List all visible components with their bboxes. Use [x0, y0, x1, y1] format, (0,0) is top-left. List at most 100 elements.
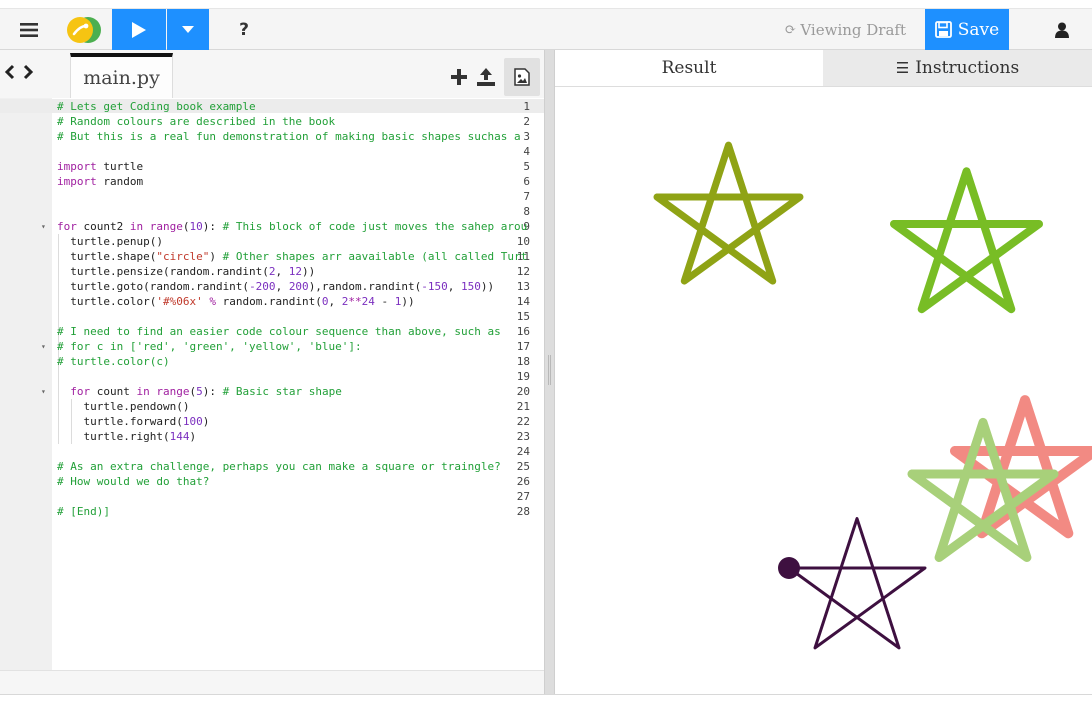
logo-button[interactable]: [58, 9, 110, 50]
code-token: random.randint(: [215, 295, 322, 308]
code-line: turtle.goto(random.randint(-200, 200),ra…: [57, 279, 494, 294]
code-token: # Random colours are described in the bo…: [57, 115, 336, 128]
save-label: Save: [957, 19, 1000, 40]
line-number: 23: [516, 430, 530, 443]
code-line: turtle.pensize(random.randint(2, 12)): [57, 264, 315, 279]
code-token: # Basic star shape: [222, 385, 342, 398]
code-token: # How would we do that?: [57, 475, 210, 488]
image-library-button[interactable]: [504, 58, 540, 96]
code-token: import: [57, 160, 97, 173]
fold-toggle-icon[interactable]: ▾: [41, 219, 46, 234]
turtle-star-3: [950, 395, 1092, 539]
page-bottom-border: [0, 694, 1092, 702]
code-token: turtle: [96, 160, 144, 173]
file-tab-main-py[interactable]: main.py: [70, 53, 173, 99]
code-token: 10: [189, 220, 203, 233]
viewing-draft-button[interactable]: ⟳ Viewing Draft: [785, 9, 906, 50]
line-number: 10: [516, 235, 530, 248]
code-token: # Lets get Coding book example: [57, 100, 256, 113]
code-token: # for c in ['red', 'green', 'yellow', 'b…: [57, 340, 362, 353]
line-number: 20: [516, 385, 530, 398]
output-tabs: Result ☰ Instructions: [555, 50, 1092, 87]
help-button[interactable]: ?: [222, 9, 266, 50]
tab-instructions[interactable]: ☰ Instructions: [823, 50, 1092, 86]
turtle-star-1: [653, 141, 804, 285]
code-token: turtle.right(: [57, 430, 170, 443]
editor-footer: [0, 670, 544, 694]
add-file-icon[interactable]: [450, 68, 468, 86]
code-line: for count in range(5): # Basic star shap…: [57, 384, 342, 399]
code-line: # I need to find an easier code colour s…: [57, 324, 501, 339]
code-line: turtle.forward(100): [57, 414, 209, 429]
code-token: turtle.penup(): [57, 235, 163, 248]
caret-down-icon: [182, 25, 194, 33]
line-number: 13: [516, 280, 530, 293]
line-number: 24: [516, 445, 530, 458]
pane-splitter[interactable]: [544, 50, 555, 694]
turtle-star-2: [890, 167, 1043, 314]
line-number: 6: [523, 175, 530, 188]
code-line: turtle.penup(): [57, 234, 163, 249]
run-options-button[interactable]: [167, 9, 209, 50]
code-token: turtle.goto(random.randint(: [57, 280, 250, 293]
code-token: for: [70, 385, 91, 398]
splitter-grip[interactable]: [548, 355, 551, 385]
code-token: "circle": [156, 250, 210, 263]
code-token: ): [189, 430, 197, 443]
editor-pane: main.py 1 2 3 4 5 6 7 8 9 ▾ 10 11 12 13 14 15 16 17 ▾ 18 19 2…: [0, 50, 544, 694]
code-token: -150: [421, 280, 448, 293]
line-number: 14: [516, 295, 530, 308]
code-token: count2: [76, 220, 130, 233]
code-token: # [End)]: [57, 505, 110, 518]
code-token: 2: [268, 265, 276, 278]
tab-instructions-label: Instructions: [915, 58, 1020, 78]
code-token: 200: [288, 280, 309, 293]
tab-result[interactable]: Result: [555, 50, 823, 86]
user-menu-button[interactable]: [1032, 9, 1092, 50]
trinket-logo-icon: [67, 16, 101, 43]
upload-icon[interactable]: [476, 67, 496, 87]
code-token: turtle.color(: [57, 295, 157, 308]
code-token: )): [401, 295, 415, 308]
line-number: 18: [516, 355, 530, 368]
code-editor[interactable]: 1 2 3 4 5 6 7 8 9 ▾ 10 11 12 13 14 15 16 17 ▾ 18 19 20 ▾ 21 22 23…: [0, 98, 544, 670]
line-number: 4: [523, 145, 530, 158]
line-number: 15: [516, 310, 530, 323]
code-line: turtle.shape("circle") # Other shapes ar…: [57, 249, 527, 264]
line-number: 7: [523, 190, 530, 203]
hamburger-icon: [20, 22, 38, 37]
fold-toggle-icon[interactable]: ▾: [41, 384, 46, 399]
turtle-canvas: [653, 141, 1092, 650]
line-number: 12: [516, 265, 530, 278]
code-line: for count2 in range(10): # This block of…: [57, 219, 527, 234]
line-number: 8: [523, 205, 530, 218]
code-token: turtle.pendown(): [57, 400, 190, 413]
code-token: )): [480, 280, 495, 293]
code-token: turtle.shape(: [57, 250, 157, 263]
code-token: ),random.randint(: [308, 280, 422, 293]
code-token: ):: [202, 385, 223, 398]
code-token: ,: [328, 295, 342, 308]
menu-button[interactable]: [0, 9, 58, 50]
code-line: # But this is a real fun demonstration o…: [57, 129, 521, 144]
code-token: count: [90, 385, 137, 398]
code-token: 100: [182, 415, 203, 428]
save-button[interactable]: Save: [925, 9, 1009, 50]
code-token: random: [96, 175, 144, 188]
code-token: '#%06x': [156, 295, 203, 308]
code-token: # But this is a real fun demonstration o…: [57, 130, 521, 143]
code-token: # I need to find an easier code colour s…: [57, 325, 501, 338]
chevron-left-icon[interactable]: [4, 64, 16, 80]
code-token: 0: [321, 295, 329, 308]
code-line: # Lets get Coding book example: [57, 99, 256, 114]
line-number: 2: [523, 115, 530, 128]
line-number: 27: [516, 490, 530, 503]
run-button[interactable]: [112, 9, 166, 50]
code-token: ):: [202, 220, 223, 233]
fold-toggle-icon[interactable]: ▾: [41, 339, 46, 354]
code-token: 150: [461, 280, 481, 293]
code-token: range: [156, 385, 190, 398]
chevron-right-icon[interactable]: [22, 64, 34, 80]
